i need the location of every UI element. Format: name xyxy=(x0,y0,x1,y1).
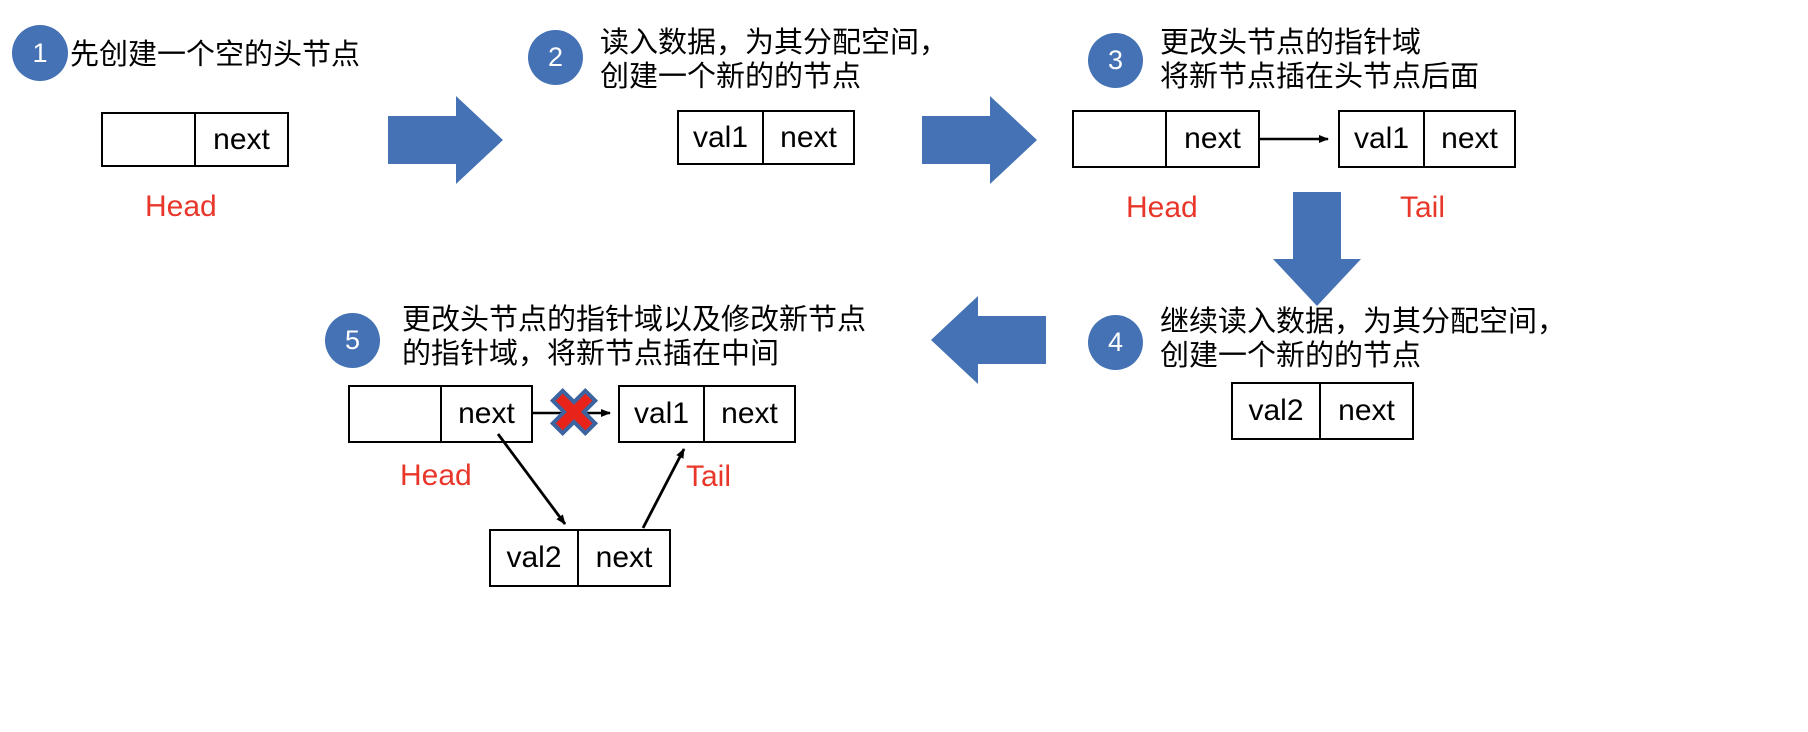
step-number-2: 2 xyxy=(547,42,564,72)
x-cross-icon xyxy=(549,387,599,437)
step-text-3-line-1: 更改头节点的指针域 xyxy=(1160,27,1422,59)
node-step5-head-next: next xyxy=(439,387,531,441)
node-step1-head-value xyxy=(103,114,194,165)
node-step5-second: val2 next xyxy=(489,529,671,587)
link-step5-second-to-first xyxy=(641,448,686,529)
step-badge-3: 3 xyxy=(1088,33,1143,88)
step-text-3: 更改头节点的指针域 将新节点插在头节点后面 xyxy=(1160,26,1479,94)
step-text-5: 更改头节点的指针域以及修改新节点 的指针域，将新节点插在中间 xyxy=(402,303,866,371)
node-step5-first-value: val1 xyxy=(634,397,690,430)
node-step3-tail-next: next xyxy=(1423,112,1514,166)
step-text-2: 读入数据，为其分配空间， 创建一个新的的节点 xyxy=(600,26,948,94)
node-step5-head-value xyxy=(350,387,440,441)
step-text-5-line-2: 的指针域，将新节点插在中间 xyxy=(402,338,780,371)
pointer-label-step5-head: Head xyxy=(400,459,472,492)
node-step3-head: next xyxy=(1072,110,1260,168)
node-step2-new-next: next xyxy=(762,112,853,163)
step-text-4-line-1: 继续读入数据，为其分配空间， xyxy=(1160,306,1567,338)
node-step3-tail: val1 next xyxy=(1338,110,1516,168)
step-text-3-line-2: 将新节点插在头节点后面 xyxy=(1160,61,1480,94)
node-step5-first: val1 next xyxy=(618,385,796,443)
diagram-canvas: 1 先创建一个空的头节点 next Head 2 读入数据，为其分配空间， 创建一… xyxy=(0,0,1808,732)
node-step1-head: next xyxy=(101,112,289,167)
arrow-step1-to-step2 xyxy=(388,96,503,184)
node-step2-new-value: val1 xyxy=(693,120,749,154)
step-badge-2: 2 xyxy=(528,30,583,85)
step-number-1: 1 xyxy=(32,37,48,68)
node-step4-new-next: next xyxy=(1319,384,1412,438)
node-step5-first-next: next xyxy=(703,387,794,441)
node-step2-new: val1 next xyxy=(677,110,855,165)
step-number-5: 5 xyxy=(344,325,361,355)
step-badge-5: 5 xyxy=(325,313,380,368)
link-step5-head-to-second xyxy=(496,433,567,525)
node-step3-head-value xyxy=(1074,112,1165,166)
step-text-2-line-1: 读入数据，为其分配空间， xyxy=(600,27,949,59)
node-step5-head: next xyxy=(348,385,533,443)
pointer-label-step3-head: Head xyxy=(1126,191,1198,224)
step-number-3: 3 xyxy=(1107,45,1124,75)
step-text-5-line-1: 更改头节点的指针域以及修改新节点 xyxy=(402,304,867,336)
step-text-4: 继续读入数据，为其分配空间， 创建一个新的的节点 xyxy=(1160,305,1566,373)
step-text-4-line-2: 创建一个新的的节点 xyxy=(1160,340,1422,373)
node-step4-new: val2 next xyxy=(1231,382,1414,440)
node-step3-tail-value: val1 xyxy=(1354,122,1410,155)
node-step5-second-value: val2 xyxy=(506,541,562,574)
step-text-1: 先创建一个空的头节点 xyxy=(70,38,360,72)
pointer-label-step3-tail: Tail xyxy=(1400,191,1446,224)
arrow-step2-to-step3 xyxy=(922,96,1037,184)
step-text-2-line-2: 创建一个新的的节点 xyxy=(600,61,862,94)
node-step5-second-next: next xyxy=(577,531,669,585)
node-step4-new-value: val2 xyxy=(1248,394,1304,427)
arrow-step3-to-step4 xyxy=(1273,192,1361,306)
step-badge-1: 1 xyxy=(12,25,68,81)
node-step3-head-next: next xyxy=(1165,112,1258,166)
step-number-4: 4 xyxy=(1107,327,1124,357)
pointer-label-step1-head: Head xyxy=(145,190,217,223)
step-badge-4: 4 xyxy=(1088,315,1143,370)
node-step1-head-next: next xyxy=(194,114,287,165)
step-text-1-line-1: 先创建一个空的头节点 xyxy=(70,39,361,71)
pointer-label-step5-tail: Tail xyxy=(686,460,732,493)
arrow-step4-to-step5 xyxy=(931,296,1046,384)
